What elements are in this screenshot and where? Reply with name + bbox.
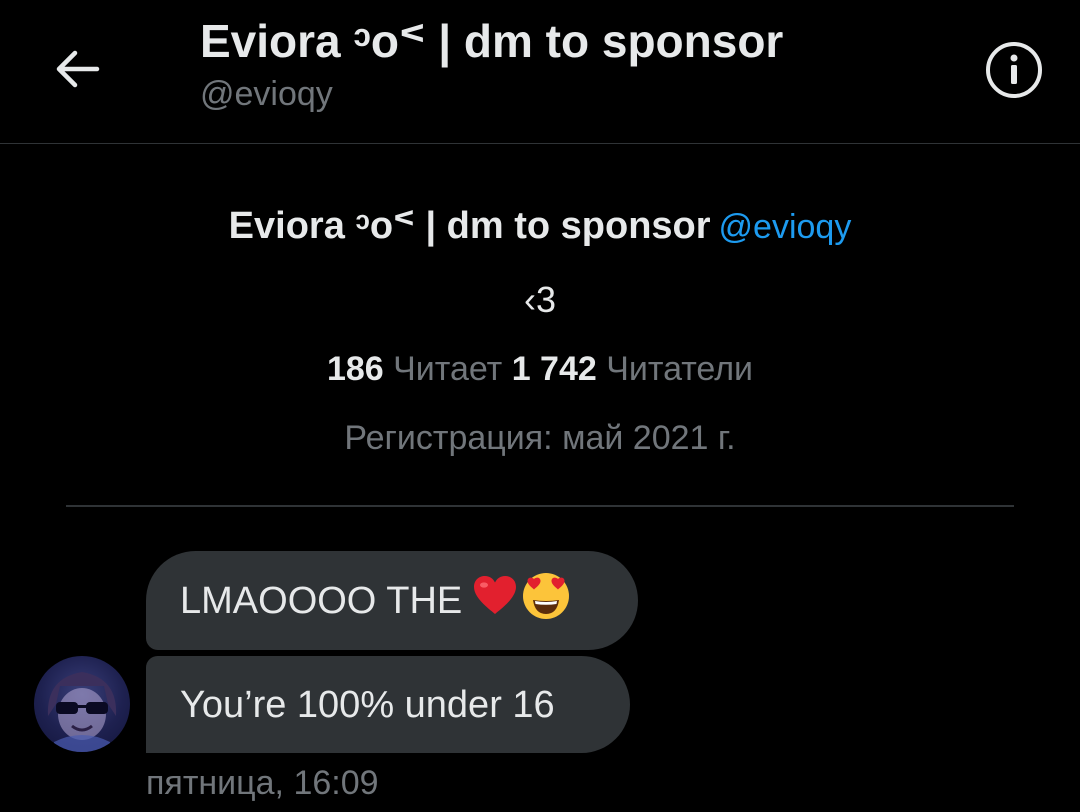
conversation-title: Eviora ᵓoᑉ | dm to sponsor [200, 15, 784, 67]
message-bubble[interactable]: LMAOOOO THE [146, 551, 638, 650]
profile-handle[interactable]: @evioqy [719, 208, 852, 246]
message-text: You’re 100% under 16 [180, 683, 555, 726]
profile-joined-date: Регистрация: май 2021 г. [344, 419, 736, 457]
profile-name-line[interactable]: Eviora ᵓoᑉ | dm to sponsor @evioqy [0, 203, 1080, 250]
profile-bio: ‹3 [523, 279, 556, 320]
message-timestamp: пятница, 16:09 [146, 764, 379, 802]
conversation-info-button[interactable] [982, 38, 1046, 102]
message-bubble[interactable]: You’re 100% under 16 [146, 656, 630, 753]
profile-stats: 186 Читает 1 742 Читатели [0, 348, 1080, 390]
avatar[interactable] [34, 656, 130, 752]
info-icon [986, 42, 1042, 98]
avatar-image-icon [47, 672, 117, 752]
message-text: LMAOOOO THE [180, 579, 463, 622]
followers-label: Читатели [606, 350, 754, 388]
following-count: 186 [326, 350, 384, 388]
heart-eyes-emoji-icon [520, 569, 572, 632]
followers-count: 1 742 [511, 350, 597, 388]
profile-name[interactable]: Eviora ᵓoᑉ | dm to sponsor [229, 205, 711, 247]
heart-icon [472, 574, 518, 627]
conversation-handle: @evioqy [200, 75, 333, 113]
back-button[interactable] [46, 38, 108, 100]
following-stat[interactable]: 186 Читает [327, 350, 512, 388]
followers-stat[interactable]: 1 742 Читатели [512, 350, 753, 388]
section-divider [66, 505, 1014, 507]
back-arrow-icon [56, 50, 100, 88]
conversation-header: Eviora ᵓoᑉ | dm to sponsor @evioqy [0, 0, 1080, 144]
following-label: Читает [393, 350, 503, 388]
